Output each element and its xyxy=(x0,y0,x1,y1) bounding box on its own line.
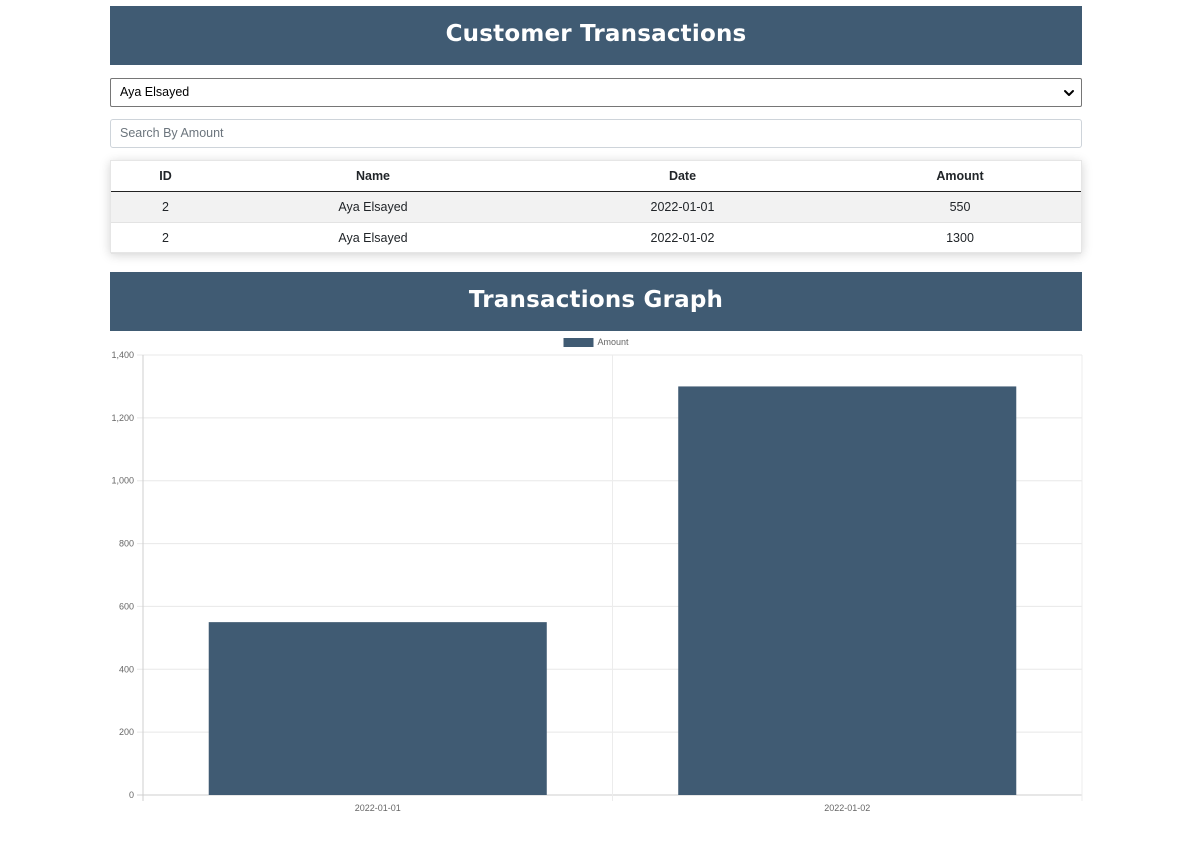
bar-2022-01-01 xyxy=(208,622,547,795)
cell-amount: 550 xyxy=(839,191,1081,223)
y-tick-label: 600 xyxy=(119,601,134,611)
cell-amount: 1300 xyxy=(839,222,1081,254)
bar-2022-01-02 xyxy=(678,386,1017,795)
table-row: 2 Aya Elsayed 2022-01-01 550 xyxy=(111,191,1081,223)
column-header-amount: Amount xyxy=(839,161,1081,192)
table-row: 2 Aya Elsayed 2022-01-02 1300 xyxy=(111,222,1081,254)
transactions-table: ID Name Date Amount 2 Aya Elsayed 2022-0… xyxy=(110,160,1082,254)
page-title-banner: Customer Transactions xyxy=(110,6,1082,65)
legend-label: Amount xyxy=(598,337,630,347)
y-tick-label: 0 xyxy=(129,790,134,800)
chevron-down-icon xyxy=(1064,90,1074,96)
cell-id: 2 xyxy=(111,191,220,223)
cell-date: 2022-01-02 xyxy=(526,222,839,254)
page-title: Customer Transactions xyxy=(445,21,747,47)
search-amount-input[interactable]: Search By Amount xyxy=(110,119,1082,148)
column-header-id: ID xyxy=(111,161,220,192)
graph-title: Transactions Graph xyxy=(468,287,724,313)
y-tick-label: 200 xyxy=(119,727,134,737)
cell-name: Aya Elsayed xyxy=(220,191,526,223)
column-header-date: Date xyxy=(526,161,839,192)
cell-date: 2022-01-01 xyxy=(526,191,839,223)
customer-select-value: Aya Elsayed xyxy=(120,85,190,99)
y-tick-label: 1,200 xyxy=(111,413,134,423)
cell-id: 2 xyxy=(111,222,220,254)
cell-name: Aya Elsayed xyxy=(220,222,526,254)
legend-swatch xyxy=(563,338,594,347)
y-tick-label: 800 xyxy=(119,539,134,549)
x-tick-label: 2022-01-02 xyxy=(824,803,870,813)
y-tick-label: 1,000 xyxy=(111,476,134,486)
transactions-bar-chart: 0 200 400 600 800 1,000 1,200 1,400 2022-01-01 20… xyxy=(111,337,1083,813)
y-tick-label: 1,400 xyxy=(111,350,134,360)
search-placeholder: Search By Amount xyxy=(120,126,224,140)
table-header-row: ID Name Date Amount xyxy=(111,161,1081,192)
graph-title-banner: Transactions Graph xyxy=(110,272,1082,331)
customer-select[interactable]: Aya Elsayed xyxy=(110,78,1082,107)
y-tick-label: 400 xyxy=(119,664,134,674)
column-header-name: Name xyxy=(220,161,526,192)
x-tick-label: 2022-01-01 xyxy=(355,803,401,813)
